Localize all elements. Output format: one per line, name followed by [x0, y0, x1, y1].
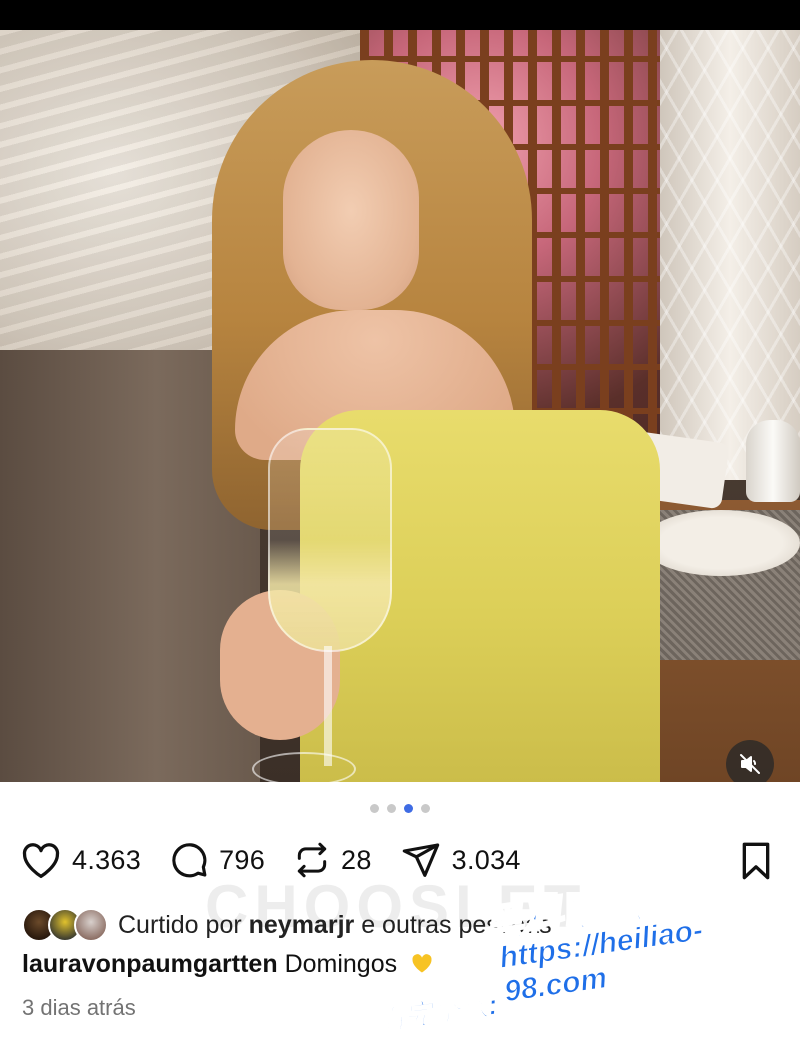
post-photo[interactable] [0, 30, 800, 782]
carousel-dot [370, 804, 379, 813]
comment-count: 796 [219, 844, 266, 875]
liked-by-user-link[interactable]: neymarjr [249, 911, 355, 939]
post-timestamp: 3 dias atrás [22, 995, 136, 1020]
liker-avatars [22, 908, 108, 942]
watermark-prefix: 看完整版: [375, 988, 500, 1037]
caption-username[interactable]: lauravonpaumgartten [22, 950, 278, 978]
carousel-dot [421, 804, 430, 813]
like-count: 4.363 [72, 844, 142, 875]
carousel-indicator [0, 804, 800, 816]
carousel-dot [387, 804, 396, 813]
repost-count: 28 [341, 844, 372, 875]
mute-button[interactable] [726, 740, 774, 782]
like-button[interactable]: 4.363 [20, 841, 141, 879]
heart-icon [20, 841, 62, 879]
status-bar [0, 0, 800, 30]
avatar [74, 908, 108, 942]
comment-bubble-icon [169, 840, 209, 880]
share-count: 3.034 [451, 844, 521, 875]
carousel-dot-active [404, 804, 413, 813]
speaker-muted-icon [738, 752, 762, 776]
liked-by-prefix: Curtido por [118, 910, 249, 939]
